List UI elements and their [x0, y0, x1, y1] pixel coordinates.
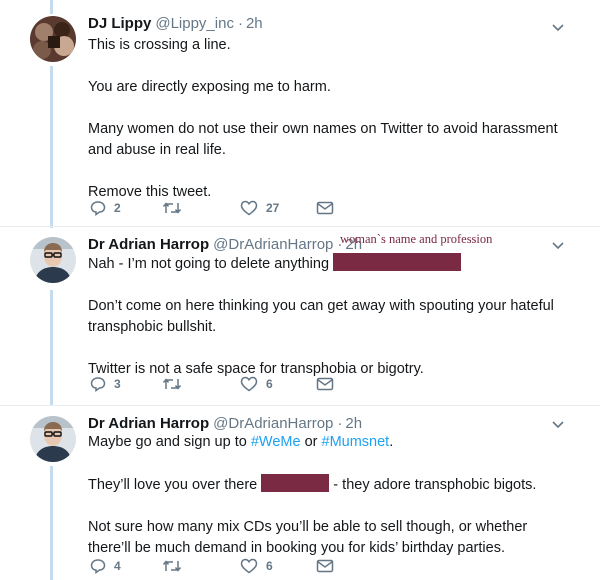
like-button[interactable]: 27: [240, 198, 279, 218]
tweet-line: Many women do not use their own names on…: [88, 121, 558, 158]
tweet-line: You are directly exposing me to harm.: [88, 79, 331, 95]
caret-down-icon[interactable]: [552, 238, 564, 250]
like-count: 6: [266, 559, 273, 573]
tweet-line: They’ll love you over there - they adore…: [88, 474, 568, 496]
like-count: 27: [266, 201, 280, 215]
separator-dot: ·: [337, 415, 343, 432]
tweet-line: Not sure how many mix CDs you’ll be able…: [88, 519, 528, 556]
tweet-line-text: Nah - I’m not going to delete anything: [88, 256, 330, 272]
retweet-button[interactable]: [162, 556, 190, 576]
tweet-text: Nah - I’m not going to delete anything D…: [88, 253, 568, 380]
user-handle[interactable]: @DrAdrianHarrop: [213, 415, 333, 432]
reply-icon: [90, 201, 106, 216]
retweet-icon: [162, 560, 182, 572]
like-count: 6: [266, 377, 273, 391]
user-handle[interactable]: @Lippy_inc: [155, 15, 234, 32]
tweet-2[interactable]: Dr Adrian Harrop @DrAdrianHarrop · 2h woman…: [0, 227, 600, 405]
reply-count: 4: [114, 559, 121, 573]
reply-button[interactable]: 2: [90, 198, 121, 218]
tweet-line: Don’t come on here thinking you can get …: [88, 298, 554, 335]
tweet-1[interactable]: DJ Lippy @Lippy_inc · 2h This is crossing a…: [0, 0, 600, 226]
tweet-text: Maybe go and sign up to #WeMe or #Mumsne…: [88, 432, 568, 559]
tweet-actions: 4 6: [88, 556, 348, 576]
tweet-3[interactable]: Dr Adrian Harrop @DrAdrianHarrop · 2h Maybe…: [0, 406, 600, 580]
redaction-box: [261, 474, 330, 492]
reply-button[interactable]: 3: [90, 374, 121, 394]
direct-message-button[interactable]: [316, 198, 334, 218]
reply-button[interactable]: 4: [90, 556, 121, 576]
tweet-line: Nah - I’m not going to delete anything: [88, 253, 568, 275]
retweet-button[interactable]: [162, 198, 190, 218]
tweet-line-text: or: [300, 434, 322, 450]
tweet-header: Dr Adrian Harrop @DrAdrianHarrop · 2h: [88, 236, 362, 253]
display-name[interactable]: Dr Adrian Harrop: [88, 236, 209, 253]
avatar[interactable]: [30, 416, 76, 462]
timestamp[interactable]: 2h: [246, 15, 263, 32]
tweet-line-text: - they adore transphobic bigots.: [329, 477, 537, 493]
retweet-icon: [162, 202, 182, 214]
annotation-note: woman`s name and profession: [340, 232, 493, 246]
tweet-line: This is crossing a line.: [88, 37, 231, 53]
like-icon: [240, 376, 258, 392]
tweet-header: Dr Adrian Harrop @DrAdrianHarrop · 2h: [88, 415, 362, 432]
direct-message-icon: [316, 377, 334, 391]
hashtag-link[interactable]: #Mumsnet: [322, 434, 390, 450]
tweet-line-text: They’ll love you over there: [88, 477, 258, 493]
avatar[interactable]: [30, 237, 76, 283]
caret-down-icon[interactable]: [552, 417, 564, 429]
retweet-button[interactable]: [162, 374, 190, 394]
redaction-box: [333, 253, 462, 271]
caret-down-icon[interactable]: [552, 20, 564, 32]
avatar[interactable]: [30, 16, 76, 62]
like-icon: [240, 200, 258, 216]
direct-message-icon: [316, 201, 334, 215]
tweet-line: Maybe go and sign up to #WeMe or #Mumsne…: [88, 432, 568, 453]
display-name[interactable]: DJ Lippy: [88, 15, 151, 32]
tweet-text: This is crossing a line. You are directl…: [88, 35, 568, 203]
like-icon: [240, 558, 258, 574]
reply-count: 2: [114, 201, 121, 215]
tweet-line-text: .: [389, 434, 394, 450]
tweet-actions: 3 6: [88, 374, 348, 394]
direct-message-button[interactable]: [316, 374, 334, 394]
display-name[interactable]: Dr Adrian Harrop: [88, 415, 209, 432]
direct-message-button[interactable]: [316, 556, 334, 576]
reply-icon: [90, 559, 106, 574]
tweet-header: DJ Lippy @Lippy_inc · 2h: [88, 15, 263, 32]
direct-message-icon: [316, 559, 334, 573]
retweet-icon: [162, 378, 182, 390]
separator-dot: ·: [237, 15, 243, 32]
user-handle[interactable]: @DrAdrianHarrop: [213, 236, 333, 253]
like-button[interactable]: 6: [240, 374, 273, 394]
tweet-line-text: Maybe go and sign up to: [88, 434, 251, 450]
tweet-actions: 2 27: [88, 198, 348, 218]
reply-count: 3: [114, 377, 121, 391]
hashtag-link[interactable]: #WeMe: [251, 434, 301, 450]
like-button[interactable]: 6: [240, 556, 273, 576]
reply-icon: [90, 377, 106, 392]
timestamp[interactable]: 2h: [345, 415, 362, 432]
